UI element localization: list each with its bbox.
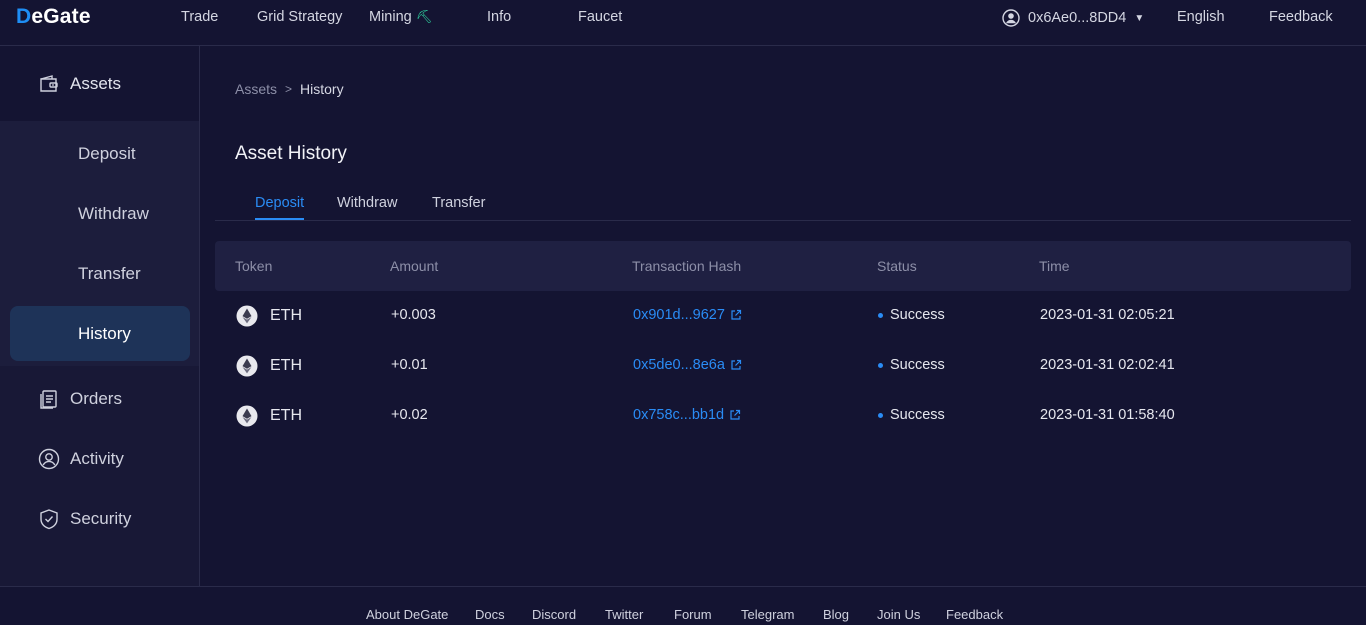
column-header-amount: Amount [390, 258, 439, 274]
footer-link-twitter[interactable]: Twitter [605, 607, 643, 622]
time-value: 2023-01-31 02:05:21 [1040, 307, 1175, 323]
tab-withdraw[interactable]: Withdraw [337, 195, 397, 218]
eth-icon [236, 305, 258, 327]
degate-logo[interactable]: DeGate [16, 5, 91, 29]
breadcrumb: Assets > History [235, 81, 344, 97]
shield-icon [40, 509, 58, 530]
history-tabs: Deposit Withdraw Transfer [215, 189, 1351, 221]
language-selector[interactable]: English [1177, 9, 1225, 25]
table-row: ETH +0.003 0x901d...9627 Success 2023-01… [215, 291, 1351, 341]
nav-info[interactable]: Info [487, 9, 511, 25]
amount-value: +0.01 [391, 357, 428, 373]
footer-link-about[interactable]: About DeGate [366, 607, 448, 622]
user-avatar-icon [1002, 9, 1020, 27]
external-link-icon [730, 409, 741, 420]
main-content: Assets > History Asset History Deposit W… [200, 46, 1366, 586]
sidebar: Assets Deposit Withdraw Transfer History… [0, 46, 200, 586]
eth-icon [236, 405, 258, 427]
footer-link-discord[interactable]: Discord [532, 607, 576, 622]
wallet-icon [40, 74, 58, 92]
status-dot-icon [878, 412, 883, 418]
breadcrumb-current: History [300, 81, 344, 97]
sidebar-item-orders[interactable]: Orders [0, 374, 199, 424]
external-link-icon [731, 309, 742, 320]
tx-hash-text: 0x5de0...8e6a [633, 357, 725, 373]
account-address: 0x6Ae0...8DD4 [1028, 10, 1127, 26]
amount-value: +0.003 [391, 307, 436, 323]
logo-text: DeGate [16, 5, 91, 28]
amount-value: +0.02 [391, 407, 428, 423]
sidebar-item-assets-label: Assets [70, 73, 122, 93]
nav-grid-strategy[interactable]: Grid Strategy [257, 9, 342, 25]
column-header-status: Status [877, 258, 917, 274]
token-symbol: ETH [270, 307, 302, 324]
caret-down-icon: ▼ [1134, 12, 1145, 24]
status-badge: Success [878, 357, 945, 373]
orders-icon [40, 390, 57, 409]
tx-hash-link[interactable]: 0x758c...bb1d [633, 407, 741, 423]
table-row: ETH +0.02 0x758c...bb1d Success 2023-01-… [215, 391, 1351, 441]
column-header-token: Token [235, 258, 273, 274]
token-symbol: ETH [270, 357, 302, 374]
sidebar-item-activity-label: Activity [70, 449, 124, 468]
table-row: ETH +0.01 0x5de0...8e6a Success 2023-01-… [215, 341, 1351, 391]
tab-deposit[interactable]: Deposit [255, 195, 305, 220]
breadcrumb-assets[interactable]: Assets [235, 81, 277, 97]
chevron-right-icon: > [285, 82, 293, 96]
time-value: 2023-01-31 02:02:41 [1040, 357, 1175, 373]
sidebar-item-transfer[interactable]: Transfer [10, 246, 190, 301]
top-navbar: DeGate Trade Grid Strategy Mining ⛏ Info … [0, 0, 1366, 46]
footer-link-telegram[interactable]: Telegram [741, 607, 794, 622]
pickaxe-icon: ⛏ [415, 9, 433, 24]
nav-mining-label: Mining [369, 9, 412, 25]
sidebar-item-security[interactable]: Security [0, 494, 199, 544]
token-cell: ETH [236, 405, 302, 427]
eth-icon [236, 355, 258, 377]
column-header-hash: Transaction Hash [632, 258, 742, 274]
status-badge: Success [878, 307, 945, 323]
nav-faucet[interactable]: Faucet [578, 9, 622, 25]
token-cell: ETH [236, 305, 302, 327]
time-value: 2023-01-31 01:58:40 [1040, 407, 1175, 423]
footer-link-join-us[interactable]: Join Us [877, 607, 920, 622]
status-badge: Success [878, 407, 945, 423]
status-text: Success [890, 357, 945, 373]
status-text: Success [890, 307, 945, 323]
footer-link-feedback[interactable]: Feedback [946, 607, 1003, 622]
column-header-time: Time [1039, 258, 1070, 274]
table-header: Token Amount Transaction Hash Status Tim… [215, 241, 1351, 291]
account-dropdown[interactable]: 0x6Ae0...8DD4 ▼ [1002, 9, 1144, 27]
status-text: Success [890, 407, 945, 423]
nav-mining[interactable]: Mining ⛏ [369, 9, 432, 25]
assets-submenu: Deposit Withdraw Transfer History [0, 121, 199, 366]
sidebar-item-security-label: Security [70, 509, 132, 528]
tab-transfer[interactable]: Transfer [432, 195, 485, 218]
external-link-icon [731, 359, 742, 370]
sidebar-item-deposit[interactable]: Deposit [10, 126, 190, 181]
footer-link-blog[interactable]: Blog [823, 607, 849, 622]
sidebar-item-withdraw[interactable]: Withdraw [10, 186, 190, 241]
sidebar-item-assets[interactable]: Assets [0, 46, 199, 121]
footer-link-docs[interactable]: Docs [475, 607, 505, 622]
token-symbol: ETH [270, 407, 302, 424]
page-title: Asset History [235, 143, 347, 164]
status-dot-icon [878, 312, 883, 318]
tx-hash-text: 0x901d...9627 [633, 307, 725, 323]
footer-link-forum[interactable]: Forum [674, 607, 712, 622]
sidebar-item-orders-label: Orders [70, 389, 122, 408]
nav-trade[interactable]: Trade [181, 9, 218, 25]
token-cell: ETH [236, 355, 302, 377]
user-circle-icon [38, 448, 60, 470]
status-dot-icon [878, 362, 883, 368]
footer: About DeGate Docs Discord Twitter Forum … [0, 586, 1366, 625]
sidebar-item-activity[interactable]: Activity [0, 434, 199, 484]
nav-feedback[interactable]: Feedback [1269, 9, 1333, 25]
tx-hash-text: 0x758c...bb1d [633, 407, 725, 423]
sidebar-item-history[interactable]: History [10, 306, 190, 361]
tx-hash-link[interactable]: 0x901d...9627 [633, 307, 742, 323]
tx-hash-link[interactable]: 0x5de0...8e6a [633, 357, 742, 373]
